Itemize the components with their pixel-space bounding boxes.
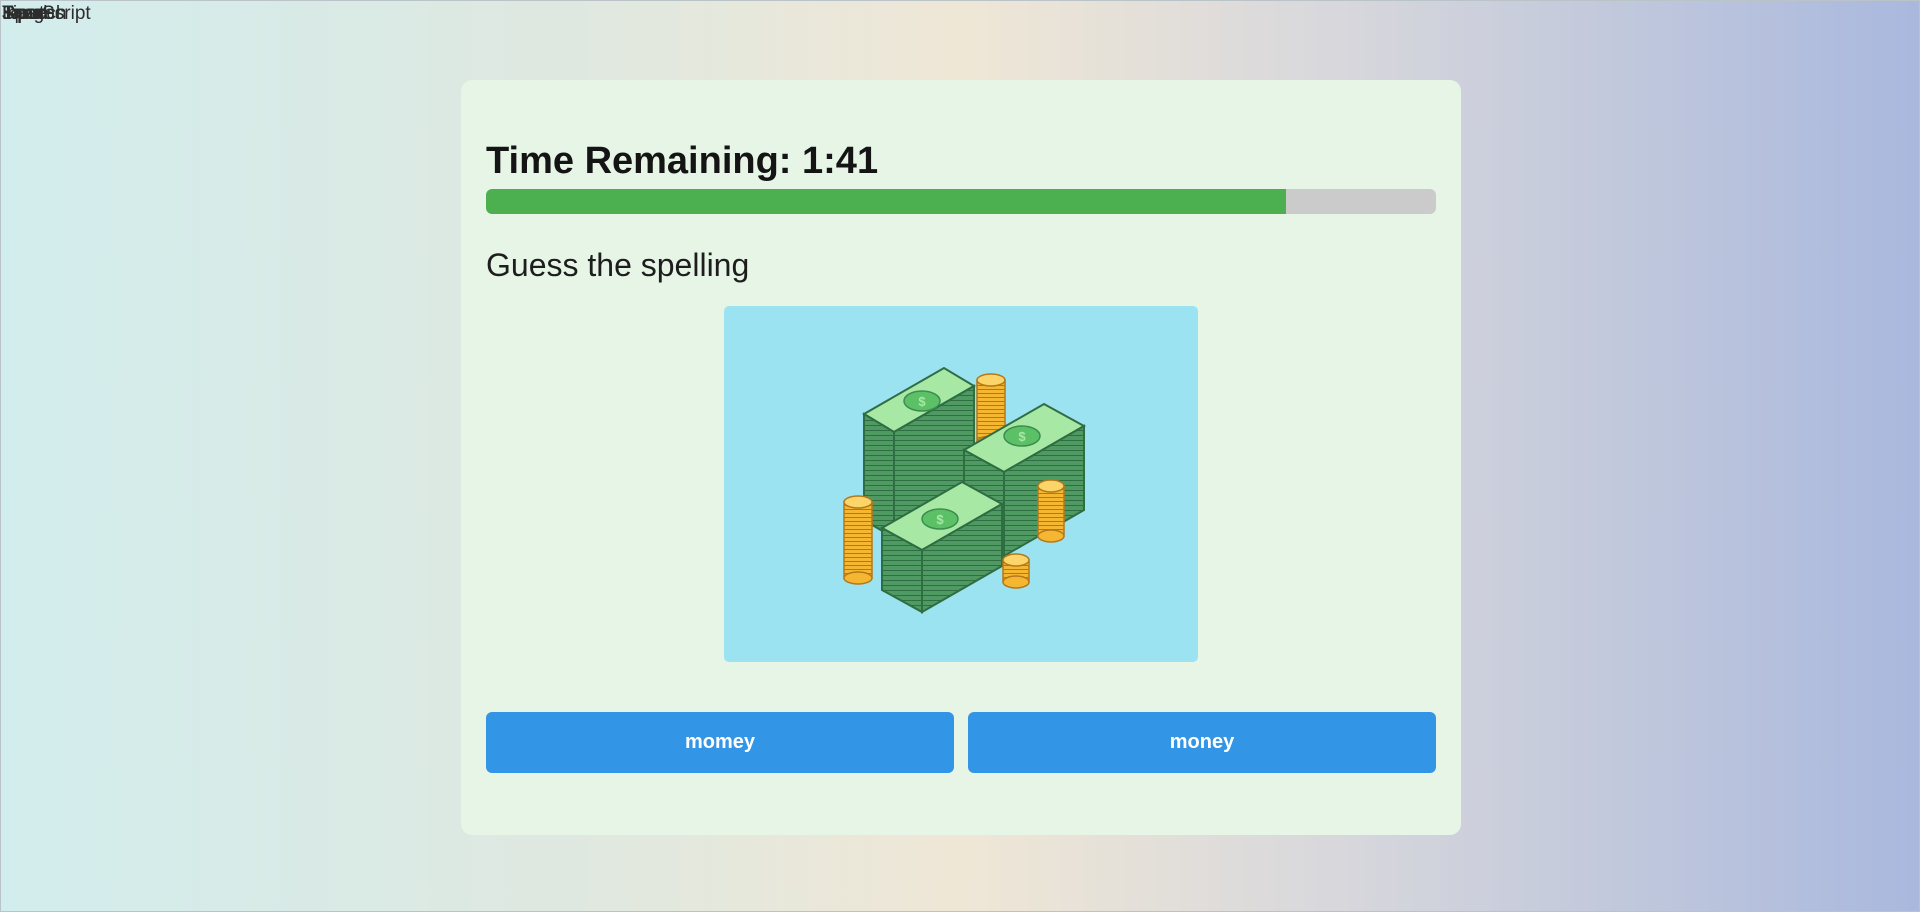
overlap-label: Tips	[2, 3, 38, 24]
answer-choice-button[interactable]: money	[968, 712, 1436, 773]
time-progress-bar	[486, 189, 1436, 214]
svg-text:$: $	[1018, 429, 1026, 444]
money-stack-illustration-icon: $ $ $	[843, 366, 1087, 614]
svg-text:$: $	[936, 512, 944, 527]
question-prompt: Guess the spelling	[486, 247, 750, 283]
time-remaining: Time Remaining: 1:41	[486, 140, 879, 182]
overlapping-label-stack: JavaScript Input Read Speech Images Tips	[2, 3, 122, 25]
answer-choice-button[interactable]: momey	[486, 712, 954, 773]
time-progress-fill	[486, 189, 1286, 214]
quiz-card: Time Remaining: 1:41 Guess the spelling	[461, 80, 1461, 835]
svg-text:$: $	[918, 394, 926, 409]
question-image: $ $ $	[724, 306, 1198, 662]
